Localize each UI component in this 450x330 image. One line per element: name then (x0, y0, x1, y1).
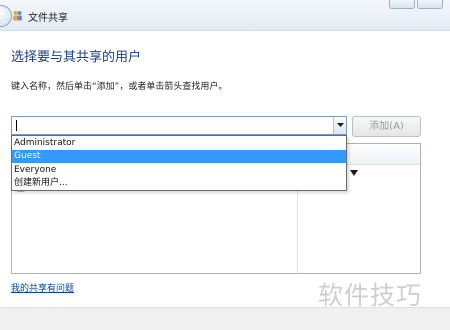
title-bar: 文件共享 (0, 0, 450, 31)
user-dropdown-list[interactable]: Administrator Guest Everyone 创建新用户... (11, 135, 347, 191)
page-heading: 选择要与其共享的用户 (11, 50, 142, 65)
chevron-down-icon (337, 123, 344, 127)
close-button[interactable] (417, 0, 443, 9)
add-button[interactable]: 添加(A) (352, 116, 421, 137)
user-combobox[interactable] (11, 116, 347, 135)
watermark-text: 软件技巧 (318, 281, 423, 310)
sharing-help-link[interactable]: 我的共享有问题 (11, 281, 74, 294)
dropdown-arrow-button[interactable] (333, 117, 346, 134)
dropdown-option-create-user[interactable]: 创建新用户... (12, 177, 346, 190)
dropdown-option-guest[interactable]: Guest (12, 150, 346, 163)
back-button[interactable] (0, 5, 12, 27)
instruction-text: 键入名称，然后单击“添加”，或者单击箭头查找用户。 (11, 82, 228, 92)
maximize-button[interactable] (389, 0, 415, 9)
dropdown-option-everyone[interactable]: Everyone (12, 164, 346, 177)
users-share-icon (13, 11, 22, 21)
text-caret (16, 120, 17, 131)
dropdown-option-administrator[interactable]: Administrator (12, 137, 346, 150)
sort-arrow-icon[interactable] (350, 170, 358, 176)
user-name-input[interactable] (14, 118, 330, 133)
window-title: 文件共享 (28, 13, 68, 24)
